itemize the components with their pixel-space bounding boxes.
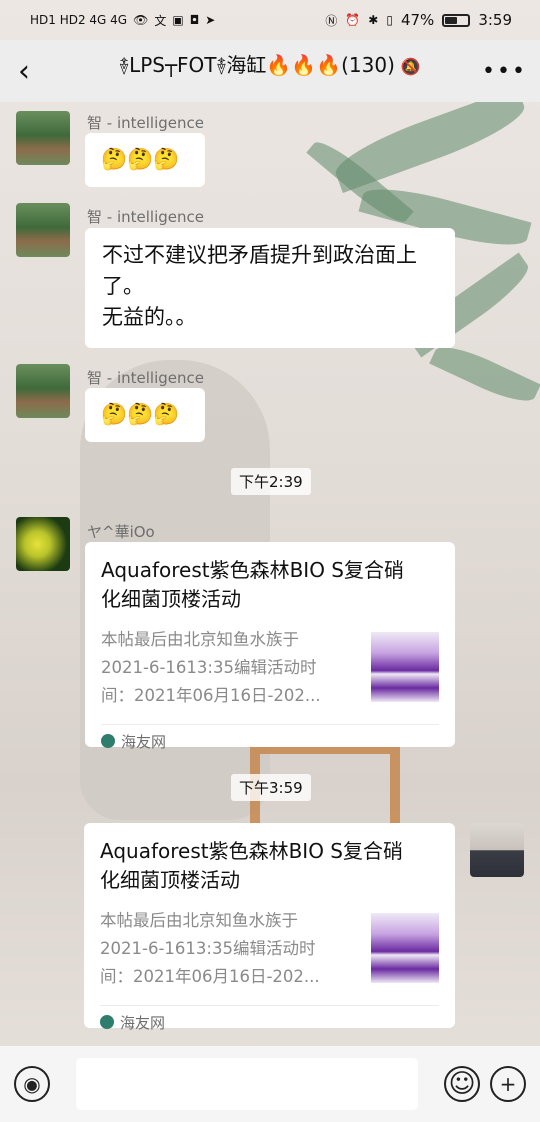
emoji-icon: ☺	[448, 1069, 476, 1099]
avatar[interactable]	[16, 203, 70, 257]
card-desc-line: 本帖最后由北京知鱼水族于	[100, 911, 298, 930]
avatar[interactable]	[16, 364, 70, 418]
card-source: 海友网	[101, 724, 439, 757]
status-left: HD1 HD2 4G 4G 👁 文 ▣ ◘ ➤	[30, 12, 215, 29]
message-text: 🤔🤔🤔	[101, 402, 180, 426]
app-icon: ▣	[172, 13, 184, 27]
chat-title: ࿈LPS┬FOT࿈海缸🔥🔥🔥(130) 🔕	[58, 43, 482, 99]
card-title-line: Aquaforest紫色森林BIO S复合硝	[100, 839, 403, 863]
card-thumbnail	[371, 913, 439, 983]
card-desc-line: 间：2021年06月16日-202...	[101, 686, 321, 705]
card-desc-line: 本帖最后由北京知鱼水族于	[101, 630, 299, 649]
alarm-icon: ⏰	[345, 13, 361, 27]
emoji-button[interactable]: ☺	[444, 1066, 480, 1102]
card-desc-line: 2021-6-1613:35编辑活动时	[100, 939, 316, 958]
link-card[interactable]: Aquaforest紫色森林BIO S复合硝 化细菌顶楼活动 本帖最后由北京知鱼…	[85, 542, 455, 751]
card-source-name: 海友网	[121, 732, 167, 751]
source-logo-icon	[101, 734, 115, 748]
message-input[interactable]	[76, 1058, 418, 1110]
app-icon: ◘	[189, 13, 200, 27]
avatar[interactable]	[16, 111, 70, 165]
card-source: 海友网	[100, 1005, 439, 1038]
card-description: 本帖最后由北京知鱼水族于 2021-6-1613:35编辑活动时 间：2021年…	[101, 626, 357, 710]
sender-name: 智 - intelligence	[87, 114, 204, 132]
nav-icon: ➤	[205, 13, 216, 27]
status-bar: HD1 HD2 4G 4G 👁 文 ▣ ◘ ➤ Ⓝ ⏰ ✱ ▯ 47% 3:59	[0, 0, 540, 40]
message-text: 不过不建议把矛盾提升到政治面上	[102, 243, 417, 267]
message-text: 无益的。。	[102, 305, 197, 329]
card-description: 本帖最后由北京知鱼水族于 2021-6-1613:35编辑活动时 间：2021年…	[100, 907, 357, 991]
message-bubble[interactable]: 不过不建议把矛盾提升到政治面上 了。 无益的。。	[85, 228, 455, 348]
card-body: 本帖最后由北京知鱼水族于 2021-6-1613:35编辑活动时 间：2021年…	[100, 907, 439, 991]
card-title-line: Aquaforest紫色森林BIO S复合硝	[101, 558, 404, 582]
link-card[interactable]: Aquaforest紫色森林BIO S复合硝 化细菌顶楼活动 本帖最后由北京知鱼…	[84, 823, 455, 1032]
bell-off-icon: 🔕	[400, 57, 421, 76]
status-right: Ⓝ ⏰ ✱ ▯ 47% 3:59	[325, 11, 512, 29]
message-bubble[interactable]: 🤔🤔🤔	[85, 133, 205, 187]
eye-icon: 👁	[133, 13, 149, 27]
vibrate-icon: ▯	[386, 13, 393, 27]
card-title-line: 化细菌顶楼活动	[100, 868, 240, 892]
timestamp: 下午2:39	[231, 468, 311, 495]
chevron-left-icon: ‹	[18, 53, 30, 89]
message-text: 🤔🤔🤔	[101, 147, 180, 171]
chat-title-text: ࿈LPS┬FOT࿈海缸🔥🔥🔥(130)	[119, 53, 395, 77]
card-source-name: 海友网	[120, 1013, 166, 1032]
card-title: Aquaforest紫色森林BIO S复合硝 化细菌顶楼活动	[101, 556, 439, 614]
avatar[interactable]	[16, 517, 70, 571]
source-logo-icon	[100, 1015, 114, 1029]
card-desc-line: 2021-6-1613:35编辑活动时	[101, 658, 317, 677]
avatar[interactable]	[470, 823, 524, 877]
more-button[interactable]: •••	[482, 59, 525, 84]
sender-name: 智 - intelligence	[87, 208, 204, 226]
sender-name: 智 - intelligence	[87, 369, 204, 387]
voice-button[interactable]: ◉	[14, 1066, 50, 1102]
translate-icon: 文	[154, 13, 167, 28]
plus-button[interactable]: +	[490, 1066, 526, 1102]
sender-name: ヤ^華iOo	[87, 523, 155, 541]
bluetooth-icon: ✱	[368, 13, 379, 27]
message-bubble[interactable]: 🤔🤔🤔	[85, 388, 205, 442]
card-thumbnail	[371, 632, 439, 702]
timestamp: 下午3:59	[231, 774, 311, 801]
input-bar: ◉ ☺ +	[0, 1046, 540, 1122]
card-title-line: 化细菌顶楼活动	[101, 587, 241, 611]
chat-header: ‹ ࿈LPS┬FOT࿈海缸🔥🔥🔥(130) 🔕 •••	[0, 40, 540, 102]
nfc-icon: Ⓝ	[325, 13, 338, 28]
card-title: Aquaforest紫色森林BIO S复合硝 化细菌顶楼活动	[100, 837, 439, 895]
card-body: 本帖最后由北京知鱼水族于 2021-6-1613:35编辑活动时 间：2021年…	[101, 626, 439, 710]
more-icon: •••	[482, 58, 527, 84]
battery-icon	[442, 13, 471, 27]
card-desc-line: 间：2021年06月16日-202...	[100, 967, 320, 986]
clock: 3:59	[478, 11, 512, 29]
battery-percent: 47%	[400, 11, 435, 29]
back-button[interactable]: ‹	[18, 54, 58, 89]
voice-icon: ◉	[23, 1072, 41, 1096]
signal-indicators: HD1 HD2 4G 4G	[30, 13, 128, 27]
message-text: 了。	[102, 274, 144, 298]
plus-icon: +	[499, 1072, 517, 1096]
